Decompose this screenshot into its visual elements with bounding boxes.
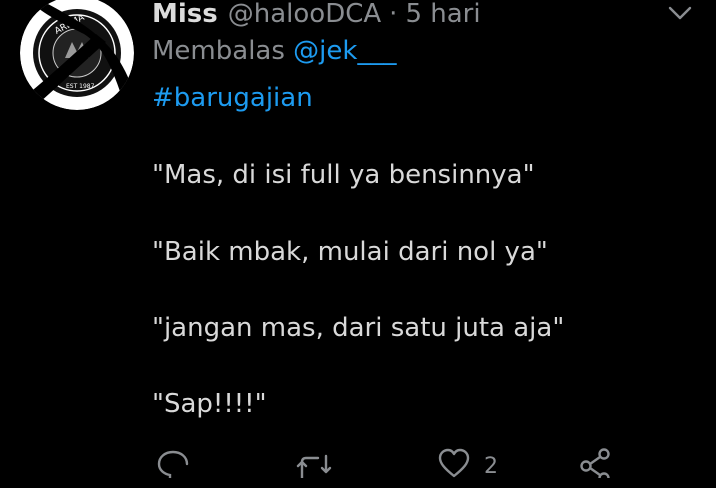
like-button[interactable]: 2 xyxy=(438,448,498,488)
hashtag-link[interactable]: #barugajian xyxy=(152,83,313,113)
tweet: AREMA EST 1987 Miss @halooDCA · 5 hari M… xyxy=(0,0,716,479)
tweet-actions: 2 xyxy=(0,448,716,488)
chevron-down-icon xyxy=(668,6,692,20)
share-icon xyxy=(580,448,610,478)
user-handle[interactable]: @halooDCA xyxy=(228,0,381,29)
reply-mention-link[interactable]: @jek___ xyxy=(293,36,396,66)
tweet-header: Miss @halooDCA · 5 hari xyxy=(152,0,481,34)
replying-to: Membalas @jek___ xyxy=(152,36,396,66)
avatar-badge-year: EST 1987 xyxy=(66,83,95,90)
reply-button[interactable] xyxy=(156,448,190,488)
tweet-text-line: "jangan mas, dari satu juta aja" xyxy=(152,313,565,343)
retweet-button[interactable] xyxy=(296,448,332,488)
retweet-icon xyxy=(296,454,332,478)
display-name[interactable]: Miss xyxy=(152,0,218,29)
reply-icon xyxy=(157,450,189,478)
replying-to-label: Membalas xyxy=(152,36,285,66)
tweet-menu-button[interactable] xyxy=(664,0,696,28)
share-button[interactable] xyxy=(578,448,612,488)
separator-dot: · xyxy=(389,0,398,29)
heart-icon xyxy=(438,448,470,478)
avatar[interactable]: AREMA EST 1987 xyxy=(20,0,134,110)
tweet-text-line: "Mas, di isi full ya bensinnya" xyxy=(152,160,535,190)
like-count: 2 xyxy=(484,454,498,479)
tweet-timestamp[interactable]: 5 hari xyxy=(405,0,480,29)
avatar-image: AREMA EST 1987 xyxy=(20,0,134,110)
tweet-text-line: "Sap!!!!" xyxy=(152,389,267,419)
tweet-text-line: "Baik mbak, mulai dari nol ya" xyxy=(152,237,548,267)
